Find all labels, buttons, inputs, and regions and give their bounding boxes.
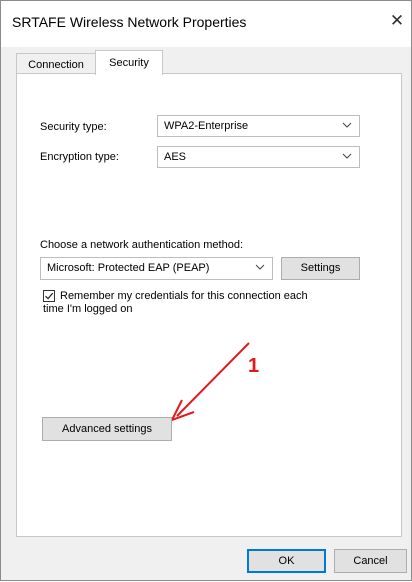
- cancel-button[interactable]: Cancel: [334, 549, 407, 573]
- ok-button[interactable]: OK: [247, 549, 326, 573]
- annotation-number: 1: [248, 355, 260, 377]
- dialog-window: SRTAFE Wireless Network Properties ✕ Con…: [0, 0, 412, 581]
- tab-security-label: Security: [109, 57, 149, 69]
- annotation-arrow: [169, 342, 250, 422]
- tab-security[interactable]: Security: [95, 50, 163, 75]
- advanced-settings-button[interactable]: Advanced settings: [42, 417, 172, 441]
